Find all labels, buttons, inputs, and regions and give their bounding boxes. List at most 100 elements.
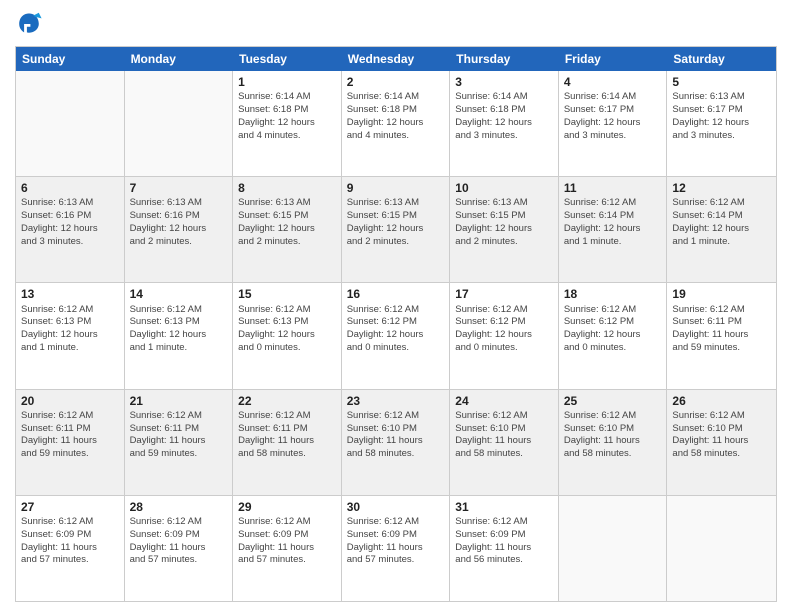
calendar-cell — [559, 496, 668, 601]
calendar-cell: 10Sunrise: 6:13 AMSunset: 6:15 PMDayligh… — [450, 177, 559, 282]
calendar-cell: 18 Sunrise: 6:12 AMSunset: 6:12 PMDayligh… — [559, 283, 668, 388]
calendar-cell: 22Sunrise: 6:12 AMSunset: 6:11 PMDayligh… — [233, 390, 342, 495]
day-header-monday: Monday — [125, 47, 234, 71]
calendar-cell: 20Sunrise: 6:12 AMSunset: 6:11 PMDayligh… — [16, 390, 125, 495]
day-number: 21 — [130, 393, 228, 409]
cell-info: Sunrise: 6:12 AMSunset: 6:10 PMDaylight:… — [672, 410, 771, 461]
cell-info: Sunrise: 6:12 AMSunset: 6:10 PMDaylight:… — [564, 410, 662, 461]
calendar-row: 1 Sunrise: 6:14 AMSunset: 6:18 PMDaylight… — [16, 71, 776, 176]
cell-info: Sunrise: 6:12 AMSunset: 6:12 PMDaylight:… — [564, 304, 662, 355]
cell-info: Sunrise: 6:12 AMSunset: 6:11 PMDaylight:… — [672, 304, 771, 355]
calendar-row: 20Sunrise: 6:12 AMSunset: 6:11 PMDayligh… — [16, 389, 776, 495]
calendar-cell: 15Sunrise: 6:12 AMSunset: 6:13 PMDayligh… — [233, 283, 342, 388]
calendar-cell — [667, 496, 776, 601]
cell-info: Sunrise: 6:13 AMSunset: 6:15 PMDaylight:… — [455, 197, 553, 248]
calendar-cell: 25Sunrise: 6:12 AMSunset: 6:10 PMDayligh… — [559, 390, 668, 495]
calendar-cell: 21Sunrise: 6:12 AMSunset: 6:11 PMDayligh… — [125, 390, 234, 495]
calendar-cell: 11Sunrise: 6:12 AMSunset: 6:14 PMDayligh… — [559, 177, 668, 282]
cell-info: Sunrise: 6:13 AMSunset: 6:17 PMDaylight:… — [672, 91, 771, 142]
day-number: 2 — [347, 74, 445, 90]
calendar-cell: 12Sunrise: 6:12 AMSunset: 6:14 PMDayligh… — [667, 177, 776, 282]
calendar-body: 1 Sunrise: 6:14 AMSunset: 6:18 PMDaylight… — [16, 71, 776, 601]
calendar-cell: 31Sunrise: 6:12 AMSunset: 6:09 PMDayligh… — [450, 496, 559, 601]
day-number: 10 — [455, 180, 553, 196]
day-number: 8 — [238, 180, 336, 196]
day-number: 19 — [672, 286, 771, 302]
calendar-cell — [16, 71, 125, 176]
day-header-tuesday: Tuesday — [233, 47, 342, 71]
day-header-wednesday: Wednesday — [342, 47, 451, 71]
cell-info: Sunrise: 6:14 AMSunset: 6:17 PMDaylight:… — [564, 91, 662, 142]
calendar-cell: 5Sunrise: 6:13 AMSunset: 6:17 PMDaylight… — [667, 71, 776, 176]
cell-info: Sunrise: 6:12 AMSunset: 6:09 PMDaylight:… — [130, 516, 228, 567]
day-number: 5 — [672, 74, 771, 90]
cell-info: Sunrise: 6:12 AMSunset: 6:14 PMDaylight:… — [672, 197, 771, 248]
day-number: 9 — [347, 180, 445, 196]
cell-info: Sunrise: 6:13 AMSunset: 6:16 PMDaylight:… — [21, 197, 119, 248]
calendar-cell: 7Sunrise: 6:13 AMSunset: 6:16 PMDaylight… — [125, 177, 234, 282]
day-number: 1 — [238, 74, 336, 90]
cell-info: Sunrise: 6:12 AMSunset: 6:09 PMDaylight:… — [455, 516, 553, 567]
cell-info: Sunrise: 6:12 AMSunset: 6:12 PMDaylight:… — [455, 304, 553, 355]
calendar-cell: 6Sunrise: 6:13 AMSunset: 6:16 PMDaylight… — [16, 177, 125, 282]
calendar-row: 13 Sunrise: 6:12 AMSunset: 6:13 PMDayligh… — [16, 282, 776, 388]
day-number: 7 — [130, 180, 228, 196]
day-number: 6 — [21, 180, 119, 196]
cell-info: Sunrise: 6:14 AMSunset: 6:18 PMDaylight:… — [455, 91, 553, 142]
cell-info: Sunrise: 6:14 AMSunset: 6:18 PMDaylight:… — [347, 91, 445, 142]
calendar-cell: 23Sunrise: 6:12 AMSunset: 6:10 PMDayligh… — [342, 390, 451, 495]
day-header-saturday: Saturday — [667, 47, 776, 71]
calendar-row: 6Sunrise: 6:13 AMSunset: 6:16 PMDaylight… — [16, 176, 776, 282]
day-number: 23 — [347, 393, 445, 409]
calendar: SundayMondayTuesdayWednesdayThursdayFrid… — [15, 46, 777, 602]
cell-info: Sunrise: 6:13 AMSunset: 6:15 PMDaylight:… — [347, 197, 445, 248]
day-header-thursday: Thursday — [450, 47, 559, 71]
calendar-cell: 19 Sunrise: 6:12 AMSunset: 6:11 PMDayligh… — [667, 283, 776, 388]
calendar-row: 27 Sunrise: 6:12 AMSunset: 6:09 PMDayligh… — [16, 495, 776, 601]
calendar-cell: 16Sunrise: 6:12 AMSunset: 6:12 PMDayligh… — [342, 283, 451, 388]
day-number: 12 — [672, 180, 771, 196]
day-number: 25 — [564, 393, 662, 409]
day-number: 3 — [455, 74, 553, 90]
calendar-cell: 2Sunrise: 6:14 AMSunset: 6:18 PMDaylight… — [342, 71, 451, 176]
calendar-cell: 24Sunrise: 6:12 AMSunset: 6:10 PMDayligh… — [450, 390, 559, 495]
day-number: 27 — [21, 499, 119, 515]
cell-info: Sunrise: 6:12 AMSunset: 6:10 PMDaylight:… — [455, 410, 553, 461]
day-header-sunday: Sunday — [16, 47, 125, 71]
calendar-cell: 26Sunrise: 6:12 AMSunset: 6:10 PMDayligh… — [667, 390, 776, 495]
day-number: 11 — [564, 180, 662, 196]
page: SundayMondayTuesdayWednesdayThursdayFrid… — [0, 0, 792, 612]
cell-info: Sunrise: 6:13 AMSunset: 6:16 PMDaylight:… — [130, 197, 228, 248]
day-number: 22 — [238, 393, 336, 409]
calendar-cell: 9Sunrise: 6:13 AMSunset: 6:15 PMDaylight… — [342, 177, 451, 282]
day-number: 20 — [21, 393, 119, 409]
calendar-cell: 27Sunrise: 6:12 AMSunset: 6:09 PMDayligh… — [16, 496, 125, 601]
cell-info: Sunrise: 6:12 AMSunset: 6:13 PMDaylight:… — [130, 304, 228, 355]
day-number: 31 — [455, 499, 553, 515]
header — [15, 10, 777, 38]
cell-info: Sunrise: 6:12 AMSunset: 6:11 PMDaylight:… — [130, 410, 228, 461]
cell-info: Sunrise: 6:12 AMSunset: 6:13 PMDaylight:… — [21, 304, 119, 355]
calendar-cell: 13 Sunrise: 6:12 AMSunset: 6:13 PMDayligh… — [16, 283, 125, 388]
cell-info: Sunrise: 6:12 AMSunset: 6:09 PMDaylight:… — [238, 516, 336, 567]
cell-info: Sunrise: 6:13 AMSunset: 6:15 PMDaylight:… — [238, 197, 336, 248]
calendar-header: SundayMondayTuesdayWednesdayThursdayFrid… — [16, 47, 776, 71]
day-number: 18 — [564, 286, 662, 302]
calendar-cell: 4Sunrise: 6:14 AMSunset: 6:17 PMDaylight… — [559, 71, 668, 176]
day-number: 16 — [347, 286, 445, 302]
calendar-cell: 1Sunrise: 6:14 AMSunset: 6:18 PMDaylight… — [233, 71, 342, 176]
logo — [15, 10, 47, 38]
calendar-cell: 17Sunrise: 6:12 AMSunset: 6:12 PMDayligh… — [450, 283, 559, 388]
calendar-cell: 29Sunrise: 6:12 AMSunset: 6:09 PMDayligh… — [233, 496, 342, 601]
cell-info: Sunrise: 6:12 AMSunset: 6:11 PMDaylight:… — [238, 410, 336, 461]
cell-info: Sunrise: 6:12 AMSunset: 6:10 PMDaylight:… — [347, 410, 445, 461]
calendar-cell: 14 Sunrise: 6:12 AMSunset: 6:13 PMDayligh… — [125, 283, 234, 388]
day-number: 30 — [347, 499, 445, 515]
day-number: 13 — [21, 286, 119, 302]
cell-info: Sunrise: 6:12 AMSunset: 6:11 PMDaylight:… — [21, 410, 119, 461]
cell-info: Sunrise: 6:12 AMSunset: 6:13 PMDaylight:… — [238, 304, 336, 355]
day-header-friday: Friday — [559, 47, 668, 71]
cell-info: Sunrise: 6:12 AMSunset: 6:09 PMDaylight:… — [347, 516, 445, 567]
calendar-cell: 8Sunrise: 6:13 AMSunset: 6:15 PMDaylight… — [233, 177, 342, 282]
day-number: 14 — [130, 286, 228, 302]
